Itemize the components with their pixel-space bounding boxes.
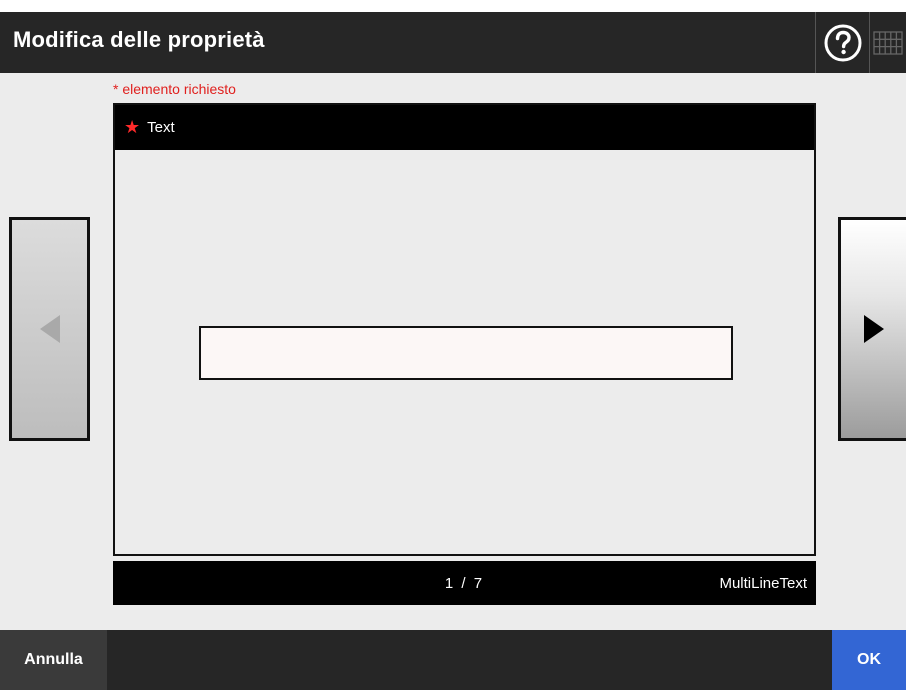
cancel-button[interactable]: Annulla (0, 630, 107, 690)
page-counter: 1 / 7 (444, 574, 485, 592)
question-circle-icon (824, 24, 861, 61)
field-header: ★ Text (115, 105, 814, 150)
next-field-button[interactable] (838, 217, 906, 441)
keyboard-button[interactable] (869, 12, 906, 73)
previous-field-button-face (12, 220, 87, 438)
required-star-icon: ★ (124, 117, 141, 137)
next-field-button-face (841, 220, 906, 438)
title-bar-container: Modifica delle proprietà (0, 0, 906, 73)
triangle-right-icon (863, 315, 884, 343)
keyboard-icon (873, 30, 903, 55)
field-label: Text (147, 119, 175, 136)
field-panel: ★ Text (113, 103, 816, 556)
required-field-note: * elemento richiesto (113, 81, 236, 97)
help-button[interactable] (815, 12, 869, 73)
action-bar: Annulla OK (0, 630, 906, 690)
field-type-label: MultiLineText (719, 574, 807, 592)
field-status-bar: 1 / 7 MultiLineText (113, 561, 816, 605)
text-field-input[interactable] (199, 326, 733, 380)
triangle-left-icon (39, 315, 60, 343)
page-title: Modifica delle proprietà (13, 27, 265, 52)
ok-button[interactable]: OK (832, 630, 906, 690)
previous-field-button[interactable] (9, 217, 90, 441)
